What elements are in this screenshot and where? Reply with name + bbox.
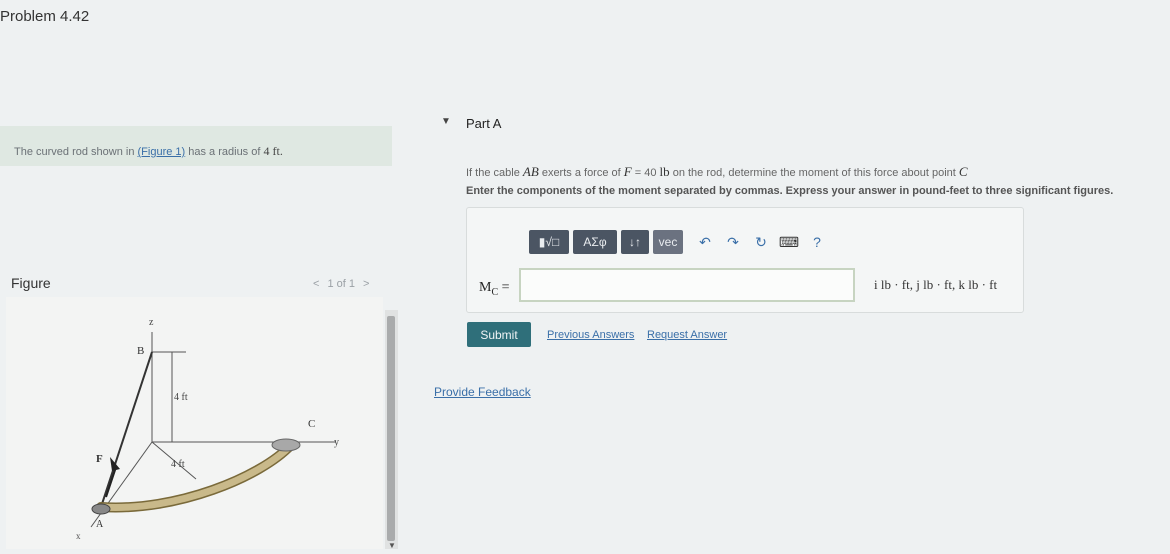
radius-value: 4 ft. — [263, 144, 283, 158]
curved-rod — [97, 441, 295, 511]
undo-icon[interactable]: ↶ — [693, 230, 717, 254]
answer-instructions: Enter the components of the moment separ… — [466, 185, 1114, 197]
cable-symbol: AB — [522, 164, 539, 179]
figure-label: Figure — [11, 275, 51, 291]
intro-text-1: The curved rod shown in — [14, 146, 138, 158]
equation-toolbar: ▮√□ ΑΣφ ↓↑ vec ↶ ↷ ↻ ⌨ ? — [529, 229, 829, 255]
part-a-title[interactable]: Part A — [466, 116, 501, 131]
label-f: F — [96, 453, 103, 465]
vector-button[interactable]: vec — [653, 230, 683, 254]
support-a — [91, 503, 111, 515]
collapse-caret-icon[interactable]: ▼ — [441, 116, 451, 127]
question-text-3: = 40 — [631, 167, 660, 179]
force-arrowhead — [110, 457, 120, 471]
request-answer-link[interactable]: Request Answer — [647, 329, 727, 341]
problem-statement: The curved rod shown in (Figure 1) has a… — [14, 144, 283, 159]
arrows-button[interactable]: ↓↑ — [621, 230, 649, 254]
scrollbar-thumb[interactable] — [387, 316, 395, 541]
equals-sign: = — [498, 280, 510, 295]
submit-button[interactable]: Submit — [467, 322, 531, 347]
label-b: B — [137, 345, 144, 357]
force-unit: lb — [659, 164, 670, 179]
reset-icon[interactable]: ↻ — [749, 230, 773, 254]
question-text-2: exerts a force of — [538, 167, 624, 179]
units-label: i lb · ft, j lb · ft, k lb · ft — [874, 277, 998, 292]
cable-ab — [100, 351, 153, 508]
pager-text: 1 of 1 — [327, 278, 355, 290]
templates-button[interactable]: ▮√□ — [529, 230, 569, 254]
moment-answer-input[interactable] — [519, 268, 855, 302]
force-symbol: F — [623, 164, 632, 179]
label-c: C — [308, 418, 315, 430]
dimension-label: 4 ft — [174, 392, 188, 403]
force-arrow-f — [105, 466, 117, 498]
keyboard-icon[interactable]: ⌨ — [777, 230, 801, 254]
moment-label: MC = — [479, 280, 510, 298]
help-icon[interactable]: ? — [805, 230, 829, 254]
question-text: If the cable AB exerts a force of F = 40… — [466, 164, 968, 180]
point-symbol: C — [958, 164, 968, 179]
label-y: y — [334, 437, 339, 448]
provide-feedback-link[interactable]: Provide Feedback — [434, 385, 531, 399]
label-x: x — [76, 531, 81, 541]
previous-answers-link[interactable]: Previous Answers — [547, 329, 634, 341]
figure-image: z B C y F A x 4 ft 4 ft — [6, 297, 383, 549]
figure-link[interactable]: (Figure 1) — [138, 146, 186, 158]
intro-text-2: has a radius of — [185, 146, 264, 158]
moment-symbol: M — [479, 280, 492, 295]
redo-icon[interactable]: ↷ — [721, 230, 745, 254]
pager-prev-button[interactable]: < — [313, 278, 319, 290]
label-z: z — [149, 317, 154, 328]
pager-next-button[interactable]: > — [363, 278, 369, 290]
label-a: A — [96, 519, 104, 530]
page-title: Problem 4.42 — [0, 8, 90, 25]
greek-symbols-button[interactable]: ΑΣφ — [573, 230, 617, 254]
question-text-4: on the rod, determine the moment of this… — [669, 167, 959, 179]
support-c — [271, 438, 301, 452]
question-text-1: If the cable — [466, 167, 523, 179]
dimension-label: 4 ft — [171, 459, 185, 470]
figure-scrollbar[interactable]: ▼ — [385, 310, 398, 550]
curved-rod-diagram: z B C y F A x 4 ft 4 ft — [76, 317, 339, 541]
figure-pager: <1 of 1 > — [309, 278, 373, 290]
